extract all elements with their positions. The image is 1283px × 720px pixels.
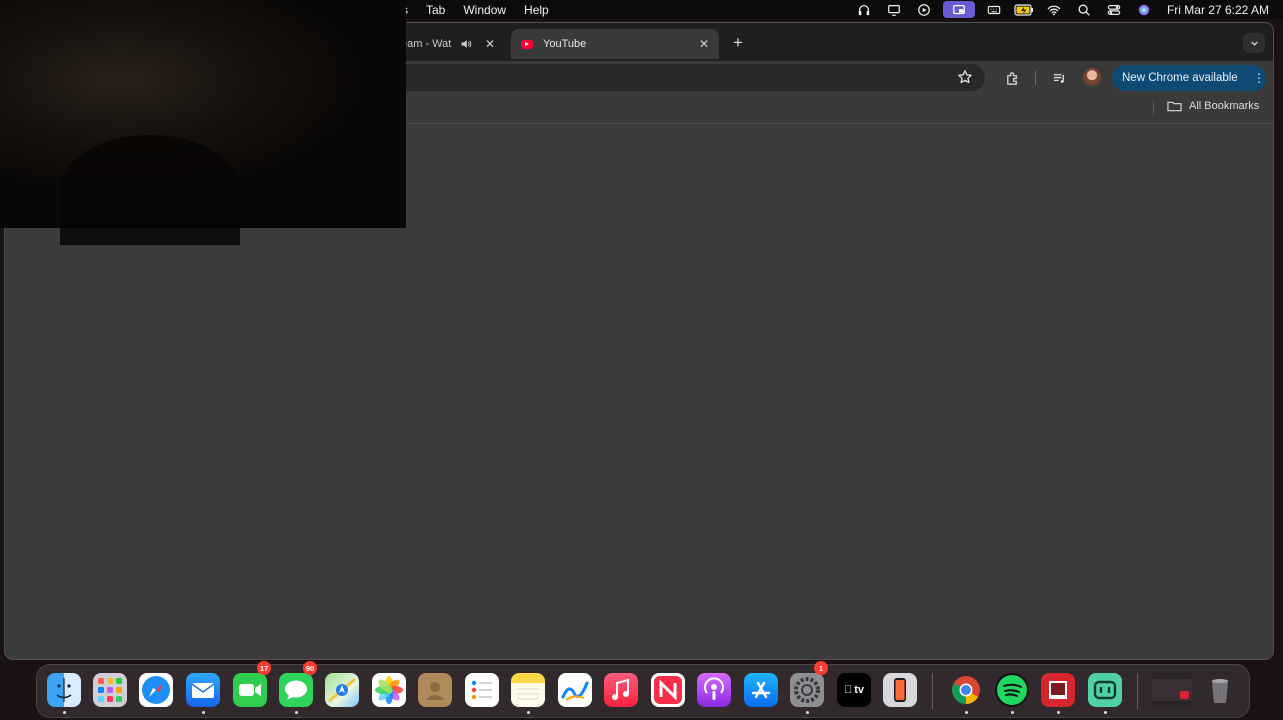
play-icon[interactable] [913, 0, 935, 19]
dock: 17 90 1 tv [36, 661, 1250, 718]
tab-active[interactable]: YouTube ✕ [511, 29, 719, 59]
running-indicator [63, 711, 66, 714]
app-store-icon[interactable] [744, 673, 778, 707]
safari-icon[interactable] [139, 673, 173, 707]
running-indicator [965, 711, 968, 714]
search-icon[interactable] [1073, 0, 1095, 19]
launchpad-icon[interactable] [93, 673, 127, 707]
tab-title: YouTube [543, 38, 587, 50]
trash-icon[interactable] [1203, 673, 1237, 707]
menu-window[interactable]: Window [463, 3, 506, 17]
tv-label: tv [844, 684, 864, 696]
chrome-icon[interactable] [949, 673, 983, 707]
dock-divider [1137, 673, 1138, 709]
iphone-mirroring-icon[interactable] [883, 673, 917, 707]
bookmarks-divider [1153, 101, 1154, 115]
speaker-icon[interactable] [459, 37, 473, 51]
keyboard-icon[interactable] [983, 0, 1005, 19]
close-icon[interactable]: ✕ [483, 37, 497, 51]
menu-clock[interactable]: Fri Mar 27 6:22 AM [1167, 3, 1269, 17]
update-chrome-button[interactable]: New Chrome available ⋮ [1112, 65, 1266, 91]
control-center-icon[interactable] [1103, 0, 1125, 19]
app-menus: s Tab Window Help [400, 0, 558, 19]
running-indicator [527, 711, 530, 714]
running-indicator [1104, 711, 1107, 714]
camera-overlay[interactable] [0, 0, 406, 245]
window-thumbnail-icon[interactable] [1152, 673, 1192, 707]
finder-icon[interactable] [47, 673, 81, 707]
music-icon[interactable] [604, 673, 638, 707]
menu-tab[interactable]: Tab [426, 3, 445, 17]
status-area: Fri Mar 27 6:22 AM [849, 0, 1269, 19]
chevron-down-icon [1250, 41, 1258, 46]
facetime-badge: 17 [257, 661, 271, 675]
running-indicator [1057, 711, 1060, 714]
more-menu-icon[interactable]: ⋮ [1253, 72, 1265, 84]
tv-icon[interactable]: tv [837, 673, 871, 707]
messages-badge: 90 [303, 661, 317, 675]
dock-divider [932, 673, 933, 709]
reminders-icon[interactable] [465, 673, 499, 707]
freeform-icon[interactable] [558, 673, 592, 707]
photos-icon[interactable] [372, 673, 406, 707]
contacts-icon[interactable] [418, 673, 452, 707]
folder-icon [1167, 101, 1182, 112]
menu-help[interactable]: Help [524, 3, 549, 17]
update-label: New Chrome available [1122, 72, 1238, 84]
maps-icon[interactable] [325, 673, 359, 707]
photo-booth-icon[interactable] [1041, 673, 1075, 707]
youtube-favicon-icon [521, 39, 533, 49]
wifi-icon[interactable] [1043, 0, 1065, 19]
toolbar-divider [1035, 71, 1036, 85]
running-indicator [202, 711, 205, 714]
close-icon[interactable]: ✕ [697, 37, 711, 51]
running-indicator [295, 711, 298, 714]
media-controls-icon[interactable] [1050, 69, 1068, 87]
facetime-icon[interactable] [233, 673, 267, 707]
siri-icon[interactable] [1133, 0, 1155, 19]
bookmark-star-icon[interactable] [957, 69, 973, 85]
running-indicator [1011, 711, 1014, 714]
podcasts-icon[interactable] [697, 673, 731, 707]
profile-avatar[interactable] [1083, 68, 1101, 86]
display-icon[interactable] [883, 0, 905, 19]
screen-studio-icon[interactable] [1088, 673, 1122, 707]
tab-search-button[interactable] [1243, 33, 1265, 53]
headphones-icon[interactable] [853, 0, 875, 19]
notes-icon[interactable] [511, 673, 545, 707]
news-icon[interactable] [651, 673, 685, 707]
spotify-icon[interactable] [995, 673, 1029, 707]
camera-person-silhouette [60, 135, 240, 245]
screen-share-icon[interactable] [942, 1, 975, 18]
running-indicator [806, 711, 809, 714]
tab-inactive[interactable]: eam - Wat ✕ [401, 29, 505, 59]
all-bookmarks-button[interactable]: All Bookmarks [1167, 100, 1259, 112]
messages-icon[interactable] [279, 673, 313, 707]
battery-icon[interactable] [1013, 0, 1035, 19]
mail-icon[interactable] [186, 673, 220, 707]
settings-badge: 1 [814, 661, 828, 675]
settings-icon[interactable] [790, 673, 824, 707]
all-bookmarks-label: All Bookmarks [1189, 100, 1260, 112]
extensions-icon[interactable] [1003, 69, 1021, 87]
new-tab-button[interactable]: + [729, 34, 747, 53]
tab-title: eam - Wat [401, 38, 452, 50]
